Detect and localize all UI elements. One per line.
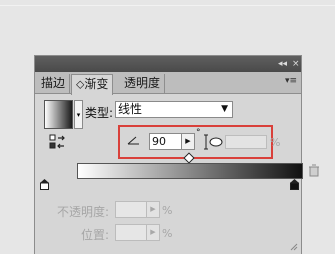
opacity-percent-label: %: [162, 204, 173, 217]
delete-stop-icon[interactable]: [308, 164, 320, 177]
tab-bar: 描边 ⬦渐变 透明度: [35, 72, 301, 95]
resize-grip-icon[interactable]: [290, 243, 298, 251]
swatch-dropdown-button[interactable]: ▾: [74, 100, 83, 129]
gradient-swatch[interactable]: [44, 100, 73, 129]
angle-icon: [127, 136, 139, 145]
angle-stepper[interactable]: ▶: [182, 133, 195, 150]
location-stepper[interactable]: ▶: [147, 224, 160, 241]
color-stop-black[interactable]: [290, 179, 299, 190]
location-input[interactable]: [115, 224, 147, 241]
reverse-gradient-icon[interactable]: [49, 134, 67, 150]
type-select[interactable]: 线性 ▼: [115, 101, 233, 118]
color-stop-white[interactable]: [40, 179, 49, 190]
tab-transparency[interactable]: 透明度: [120, 74, 166, 94]
aspect-percent-label: %: [270, 136, 281, 149]
opacity-label: 不透明度:: [57, 205, 110, 219]
chevron-down-icon: ▼: [221, 104, 228, 114]
panel-menu-icon[interactable]: ▾≡: [285, 76, 297, 86]
opacity-input[interactable]: [115, 201, 147, 218]
type-select-value: 线性: [118, 102, 143, 116]
location-label: 位置:: [81, 228, 110, 242]
location-percent-label: %: [162, 227, 173, 240]
tab-gradient[interactable]: ⬦渐变: [71, 74, 114, 95]
collapse-panel-icon[interactable]: ◂◂: [278, 58, 287, 70]
gradient-panel: ◂◂ × 描边 ⬦渐变 透明度 ▾≡ ▾ 类型: 线性 ▼ 90 ▶ ° % 不…: [34, 55, 319, 254]
degree-symbol: °: [196, 128, 201, 138]
angle-input[interactable]: 90: [149, 133, 182, 150]
panel-titlebar[interactable]: ◂◂ ×: [35, 56, 301, 72]
type-label: 类型:: [85, 106, 114, 120]
aspect-ratio-icon: [204, 134, 223, 150]
close-panel-icon[interactable]: ×: [292, 58, 300, 70]
background-line: [0, 5, 335, 6]
gradient-ramp[interactable]: [77, 163, 303, 179]
aspect-ratio-input[interactable]: [225, 135, 267, 149]
tab-stroke[interactable]: 描边: [37, 74, 71, 94]
opacity-stepper[interactable]: ▶: [147, 201, 160, 218]
